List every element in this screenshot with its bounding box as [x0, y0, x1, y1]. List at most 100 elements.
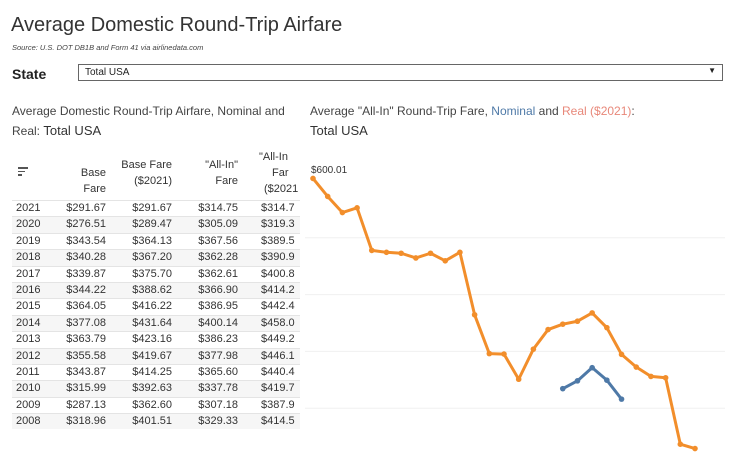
data-point[interactable]	[310, 175, 316, 182]
header-all-in-fare[interactable]: "All-In" Fare	[180, 157, 238, 189]
fare-cell: $364.13	[132, 234, 172, 247]
fare-cell: $377.08	[66, 316, 106, 329]
fare-cell: $440.4	[261, 365, 295, 378]
fare-cell: $419.7	[261, 382, 295, 395]
table-row: 2008 $318.96 $401.51 $329.33 $414.5	[12, 413, 300, 430]
fare-cell: $362.60	[132, 398, 172, 411]
fare-cell: $390.9	[261, 251, 295, 264]
header-base-fare[interactable]: Base Fare	[56, 165, 106, 197]
data-point[interactable]	[413, 255, 419, 261]
fare-cell: $375.70	[132, 267, 172, 280]
chart-title-prefix: Average "All-In" Round-Trip Fare,	[310, 104, 488, 118]
table-row: 2013 $363.79 $423.16 $386.23 $449.2	[12, 331, 300, 347]
data-point[interactable]	[530, 346, 537, 352]
fare-cell: $449.2	[261, 333, 295, 346]
table-row: 2018 $340.28 $367.20 $362.28 $390.9	[12, 249, 300, 266]
fare-cell: $343.54	[66, 234, 106, 247]
data-point[interactable]	[398, 250, 404, 257]
fare-cell: $389.5	[261, 234, 295, 247]
data-point[interactable]	[589, 364, 595, 371]
data-point[interactable]	[633, 364, 640, 370]
data-point[interactable]	[589, 310, 595, 316]
year-cell: 2012	[16, 349, 41, 362]
fare-cell: $362.28	[198, 251, 238, 264]
data-point[interactable]	[324, 193, 331, 200]
data-point[interactable]	[501, 351, 507, 357]
fare-line-chart: $600.01	[305, 165, 725, 452]
data-point[interactable]	[604, 377, 610, 383]
fare-cell: $414.25	[132, 365, 172, 378]
chevron-down-icon[interactable]: ▼	[708, 66, 716, 75]
data-point[interactable]	[339, 209, 346, 216]
year-cell: 2009	[16, 398, 41, 411]
fare-cell: $355.58	[66, 349, 106, 362]
data-point[interactable]	[559, 385, 566, 392]
data-point[interactable]	[559, 321, 566, 327]
sort-icon[interactable]	[18, 167, 28, 178]
fare-cell: $314.7	[261, 202, 295, 214]
fare-cell: $318.96	[66, 415, 106, 428]
fare-cell: $388.62	[132, 283, 172, 296]
table-row: 2014 $377.08 $431.64 $400.14 $458.0	[12, 314, 300, 332]
state-dropdown[interactable]: Total USA ▼	[78, 64, 723, 81]
data-point[interactable]	[662, 374, 669, 381]
data-point[interactable]	[677, 441, 684, 447]
fare-cell: $329.33	[198, 415, 238, 428]
data-point[interactable]	[427, 250, 434, 257]
fare-cell: $367.20	[132, 251, 172, 264]
fare-cell: $363.79	[66, 333, 106, 346]
table-title: Average Domestic Round-Trip Airfare, Nom…	[12, 101, 302, 141]
fare-cell: $364.05	[66, 300, 106, 313]
header-base-fare-real[interactable]: Base Fare ($2021)	[116, 157, 172, 189]
fare-cell: $314.75	[198, 202, 238, 214]
year-cell: 2014	[16, 316, 41, 329]
fare-cell: $305.09	[198, 218, 238, 231]
data-point[interactable]	[618, 351, 625, 358]
table-row: 2010 $315.99 $392.63 $337.78 $419.7	[12, 380, 300, 397]
fare-cell: $366.90	[198, 283, 238, 296]
data-point[interactable]	[383, 249, 390, 256]
data-point[interactable]	[692, 445, 698, 452]
year-cell: 2015	[16, 300, 41, 313]
max-value-label: $600.01	[311, 165, 348, 176]
series-line	[562, 366, 623, 401]
data-point[interactable]	[515, 376, 522, 383]
table-row: 2016 $344.22 $388.62 $366.90 $414.2	[12, 281, 300, 299]
data-point[interactable]	[471, 311, 478, 318]
year-cell: 2019	[16, 234, 41, 247]
data-point[interactable]	[574, 318, 581, 325]
fare-cell: $307.18	[198, 398, 238, 411]
header-all-in-fare-real[interactable]: "All-In Far ($2021	[252, 149, 300, 197]
fare-cell: $419.67	[132, 349, 172, 362]
dashboard-title: Average Domestic Round-Trip Airfare	[11, 14, 343, 36]
fare-cell: $344.22	[66, 283, 106, 296]
fare-cell: $414.5	[261, 415, 295, 428]
chart-title: Average "All-In" Round-Trip Fare, Nomina…	[310, 101, 730, 141]
data-point[interactable]	[545, 326, 551, 333]
data-point[interactable]	[442, 258, 449, 264]
table-row: 2015 $364.05 $416.22 $386.95 $442.4	[12, 298, 300, 314]
fare-cell: $446.1	[261, 349, 295, 362]
fare-cell: $392.63	[132, 382, 172, 395]
data-point[interactable]	[354, 205, 360, 211]
fare-cell: $400.8	[261, 267, 295, 280]
data-point[interactable]	[574, 378, 581, 384]
data-point[interactable]	[604, 324, 610, 331]
fare-table: Base Fare Base Fare ($2021) "All-In" Far…	[12, 148, 300, 430]
data-point[interactable]	[368, 247, 375, 254]
state-filter-label: State	[12, 66, 47, 82]
table-row: 2020 $276.51 $289.47 $305.09 $319.3	[12, 216, 300, 233]
fare-cell: $289.47	[132, 218, 172, 231]
chart-title-and: and	[538, 104, 559, 118]
year-cell: 2011	[16, 365, 40, 378]
fare-cell: $401.51	[132, 415, 172, 428]
table-row: 2011 $343.87 $414.25 $365.60 $440.4	[12, 363, 300, 380]
data-point[interactable]	[486, 350, 493, 357]
data-point[interactable]	[457, 249, 463, 256]
table-header: Base Fare Base Fare ($2021) "All-In" Far…	[12, 148, 300, 200]
fare-cell: $276.51	[66, 218, 106, 231]
data-point[interactable]	[648, 373, 654, 380]
year-cell: 2010	[16, 382, 41, 395]
fare-cell: $291.67	[132, 202, 172, 214]
data-point[interactable]	[618, 396, 625, 402]
